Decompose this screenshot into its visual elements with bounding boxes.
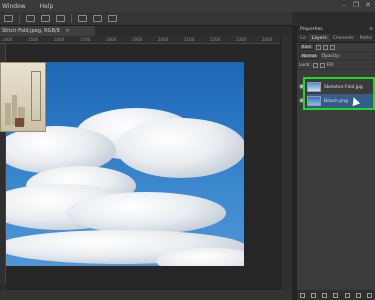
- tab-channels[interactable]: Channels: [330, 34, 357, 42]
- ruler-tick: 2100: [184, 37, 195, 42]
- delete-layer-icon[interactable]: [366, 292, 372, 298]
- divider: [71, 14, 72, 23]
- lock-label: Lock:: [299, 62, 311, 68]
- new-layer-icon[interactable]: [355, 292, 361, 298]
- cup: [15, 118, 24, 127]
- ruler-tick: 1500: [28, 37, 39, 42]
- panel-header: Properties ≡: [297, 26, 375, 34]
- ruler-tick: 2200: [210, 37, 221, 42]
- options-bar: [0, 12, 292, 26]
- panel-tabs: Co Layers Channels Paths: [297, 34, 375, 43]
- distribute-bottom-icon[interactable]: [108, 15, 117, 22]
- layers-panel: Properties ≡ Co Layers Channels Paths Ki…: [297, 26, 375, 300]
- align-center-icon[interactable]: [41, 15, 50, 22]
- close-tab-icon[interactable]: ×: [65, 28, 69, 34]
- menu-bar: Window Help – ❐ ✕: [0, 0, 375, 12]
- lock-position-icon[interactable]: [319, 62, 325, 68]
- add-mask-icon[interactable]: [322, 292, 328, 298]
- photoshop-window: Window Help – ❐ ✕ Stitch-Fold.jpeg, RGB/…: [0, 0, 375, 300]
- tool-preset-icon[interactable]: [4, 15, 13, 22]
- vertical-scrollbar[interactable]: [280, 36, 292, 290]
- annotation-highlight-box: [303, 77, 375, 110]
- link-layers-icon[interactable]: [300, 292, 306, 298]
- window-frame: [31, 71, 41, 121]
- ruler-tick: 1900: [132, 37, 143, 42]
- align-right-icon[interactable]: [56, 15, 65, 22]
- document-tab[interactable]: Stitch-Fold.jpeg, RGB/8 ×: [0, 26, 95, 36]
- adjustment-layer-icon[interactable]: [333, 292, 339, 298]
- tab-color[interactable]: Co: [297, 34, 309, 42]
- lock-pixels-icon[interactable]: [312, 62, 318, 68]
- filter-adjustment-icon[interactable]: [322, 44, 328, 50]
- ruler-tick: 1400: [2, 37, 13, 42]
- lock-row: Lock: Fill:: [297, 61, 375, 70]
- opacity-label: Opacity:: [321, 53, 340, 59]
- document-title: Stitch-Fold.jpeg, RGB/8: [2, 28, 60, 34]
- layer-style-icon[interactable]: [311, 292, 317, 298]
- placed-photo-layer[interactable]: [0, 62, 46, 132]
- layers-panel-footer: [297, 290, 375, 300]
- close-icon[interactable]: ✕: [364, 1, 372, 9]
- menu-window[interactable]: Window: [2, 3, 26, 10]
- kind-filter-dropdown[interactable]: Kind: [299, 44, 314, 50]
- menu-help[interactable]: Help: [40, 3, 54, 10]
- fill-label: Fill:: [326, 62, 335, 68]
- distribute-middle-icon[interactable]: [93, 15, 102, 22]
- ruler-tick: 2000: [158, 37, 169, 42]
- filter-pixel-icon[interactable]: [315, 44, 321, 50]
- tab-layers[interactable]: Layers: [308, 34, 330, 42]
- filter-row: Kind: [297, 43, 375, 52]
- align-left-icon[interactable]: [26, 15, 35, 22]
- status-bar: [0, 290, 292, 300]
- building: [5, 103, 11, 125]
- minimize-icon[interactable]: –: [340, 1, 348, 9]
- ruler-tick: 2300: [236, 37, 247, 42]
- canvas-workspace: [0, 44, 292, 290]
- window-controls: – ❐ ✕: [340, 1, 372, 9]
- new-group-icon[interactable]: [344, 292, 350, 298]
- divider: [19, 14, 20, 23]
- ruler-tick: 1700: [80, 37, 91, 42]
- ruler-tick: 2400: [262, 37, 273, 42]
- tab-paths[interactable]: Paths: [357, 34, 375, 42]
- ruler-tick: 1600: [54, 37, 65, 42]
- cloud: [66, 192, 226, 234]
- panel-title: Properties: [300, 27, 323, 32]
- ruler-tick: 1800: [106, 37, 117, 42]
- blend-mode-dropdown[interactable]: Normal: [299, 53, 320, 59]
- blend-row: Normal Opacity:: [297, 52, 375, 61]
- restore-icon[interactable]: ❐: [352, 1, 360, 9]
- horizontal-ruler: 1400 1500 1600 1700 1800 1900 2000 2100 …: [0, 36, 280, 44]
- filter-type-icon[interactable]: [329, 44, 335, 50]
- distribute-top-icon[interactable]: [78, 15, 87, 22]
- cloud: [116, 118, 244, 178]
- panel-menu-icon[interactable]: ≡: [369, 26, 373, 34]
